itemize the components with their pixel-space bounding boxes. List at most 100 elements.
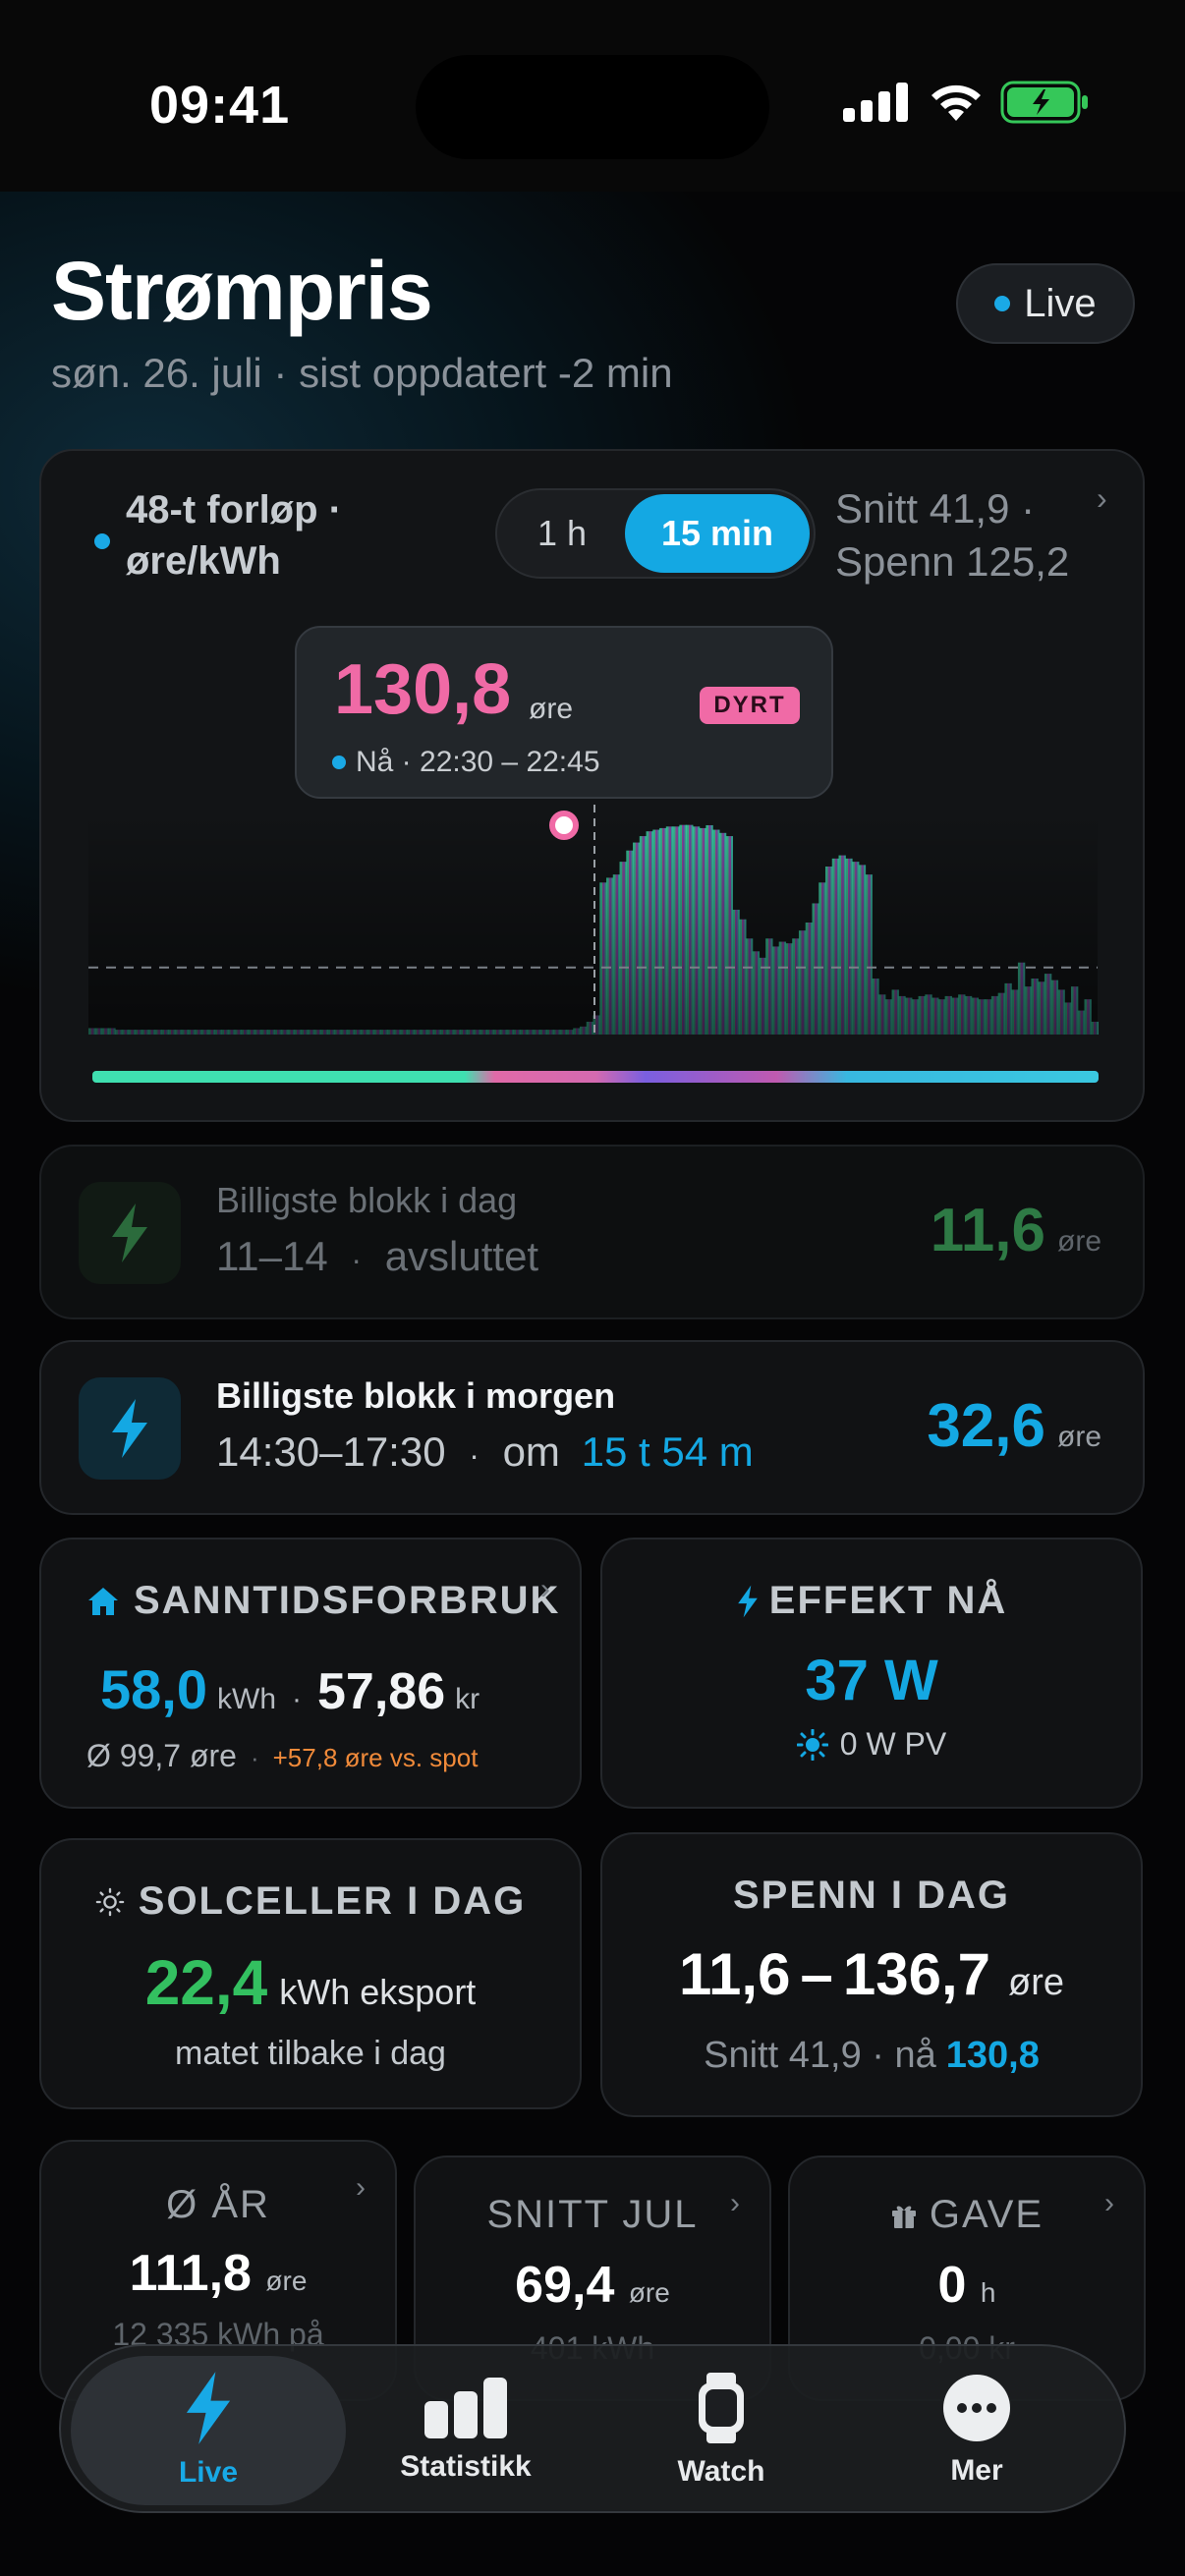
solar-tile[interactable]: SOLCELLER I DAG 22,4 kWh eksport matet t… [39,1838,582,2109]
block-time-row: 14:30–17:30 · om 15 t 54 m [216,1428,754,1476]
consumption-values: 58,0 kWh · 57,86 kr [100,1657,480,1721]
status-bar: 09:41 [0,0,1185,192]
consumption-dot: · [250,1743,259,1772]
segment-15min[interactable]: 15 min [625,494,810,573]
bar-shade [88,811,1098,1035]
tooltip-unit: øre [529,693,573,725]
tile-value-unit: øre [628,2277,670,2308]
tile-value-unit: øre [265,2266,308,2296]
price-strip [92,1071,1099,1083]
price-tooltip: 130,8 øre DYRT Nå · 22:30 – 22:45 [295,626,833,799]
watch-icon [699,2373,744,2443]
page-title: Strømpris [51,245,433,337]
gift-icon [891,2205,916,2228]
chevron-right-icon[interactable]: › [730,2187,740,2220]
resolution-segmented-control[interactable]: 1 h 15 min [495,488,816,579]
tile-value-number: 111,8 [129,2245,252,2302]
tile-header-text: GAVE [929,2193,1044,2236]
range-max: 136,7 [842,1941,990,2007]
chart-stats-range: Spenn 125,2 [835,538,1070,585]
tab-watch[interactable]: Watch [584,2356,859,2505]
range-value-row: 11,6 – 136,7 øre [602,1940,1141,2008]
page-subtitle: søn. 26. juli · sist oppdatert -2 min [51,350,673,396]
range-unit: øre [1008,1962,1064,2003]
tab-watch-label: Watch [677,2455,765,2488]
solar-value-row: 22,4 kWh eksport [41,1946,580,2019]
tooltip-price: 130,8 [334,650,512,729]
solar-sub: matet tilbake i dag [175,2035,446,2072]
tab-more[interactable]: Mer [839,2356,1114,2505]
block-countdown: 15 t 54 m [581,1428,754,1475]
cheapest-block-today[interactable]: Billigste blokk i dag 11–14 · avsluttet … [39,1145,1145,1319]
bolt-icon [186,2372,231,2444]
range-dash: – [800,1941,833,2007]
status-icons [843,81,1091,124]
chevron-right-icon[interactable]: › [1097,480,1107,517]
consumption-sub: Ø 99,7 øre · +57,8 øre vs. spot [86,1738,478,1774]
expensive-badge: DYRT [700,687,800,724]
consumption-vs-spot: +57,8 øre vs. spot [272,1743,479,1772]
sun-icon [796,1728,828,1761]
consumption-separator: · [292,1683,302,1715]
battery-charging-icon [1000,81,1088,124]
tab-more-label: Mer [950,2454,1003,2487]
tooltip-time-text: Nå · 22:30 – 22:45 [356,746,600,778]
consumption-kr: 57,86 [317,1663,446,1720]
chevron-right-icon[interactable]: › [1104,2187,1114,2220]
effect-tile[interactable]: EFFEKT NÅ 37 W 0 W PV [600,1538,1143,1809]
live-button[interactable]: Live [956,263,1135,344]
now-dot-icon [332,756,346,769]
chevron-right-icon[interactable]: › [540,1573,550,1606]
range-header: SPENN I DAG [732,1874,1011,1917]
live-label: Live [1024,281,1097,325]
chevron-right-icon[interactable]: › [356,2171,366,2205]
chart-title-line2: øre/kWh [126,539,281,583]
effect-pv-text: 0 W PV [839,1726,947,1762]
block-status: avsluttet [384,1233,539,1279]
block-price-value: 11,6 [930,1197,1045,1264]
bolt-icon [79,1182,181,1284]
consumption-kwh-unit: kWh [217,1683,276,1715]
block-price: 11,6 øre [931,1196,1101,1265]
cursor-marker [549,811,579,840]
wifi-icon [931,84,981,121]
cheapest-block-tomorrow[interactable]: Billigste blokk i morgen 14:30–17:30 · o… [39,1340,1145,1515]
block-title: Billigste blokk i dag [216,1180,518,1220]
range-sub: Snitt 41,9 · nå 130,8 [602,2035,1141,2077]
consumption-kr-unit: kr [455,1683,480,1715]
tile-header: Ø ÅR [166,2183,270,2226]
chart-stats-avg: Snitt 41,9 · [835,485,1036,532]
solar-unit: kWh eksport [279,1972,477,2012]
consumption-kwh: 58,0 [100,1658,207,1720]
range-avg-label: Snitt 41,9 · nå [704,2035,936,2076]
tab-statistics[interactable]: Statistikk [328,2356,603,2505]
block-price-unit: øre [1057,1421,1101,1453]
tile-header: GAVE [790,2193,1144,2237]
block-separator: · [351,1242,363,1277]
consumption-header-text: SANNTIDSFORBRUK [134,1579,561,1622]
chart-stats: Snitt 41,9 · Spenn 125,2 [835,482,1069,588]
solar-value: 22,4 [144,1947,268,2018]
tile-value-number: 0 [937,2257,967,2314]
bolt-icon [737,1585,758,1617]
range-min: 11,6 [679,1941,791,2007]
segment-1h[interactable]: 1 h [503,494,621,573]
consumption-avg: Ø 99,7 øre [86,1738,237,1773]
dynamic-island [416,55,769,159]
tile-value: 111,8 øre [41,2244,395,2303]
range-tile[interactable]: SPENN I DAG 11,6 – 136,7 øre Snitt 41,9 … [600,1832,1143,2117]
tab-live-label: Live [178,2456,239,2489]
tab-live[interactable]: Live [71,2356,346,2505]
consumption-header: SANNTIDSFORBRUK [41,1579,580,1623]
tile-value: 0 h [790,2256,1144,2315]
live-dot-icon [994,296,1011,311]
bar-chart-icon [424,2378,507,2438]
effect-value: 37 W [805,1649,938,1712]
tooltip-time: Nå · 22:30 – 22:45 [332,746,600,779]
block-in-label: om [502,1428,560,1475]
chart-title: 48-t forløp · øre/kWh [126,484,460,587]
tab-statistics-label: Statistikk [400,2450,532,2483]
price-chart-card[interactable]: 48-t forløp · øre/kWh 1 h 15 min Snitt 4… [39,449,1145,1122]
block-separator: · [469,1437,480,1473]
consumption-tile[interactable]: SANNTIDSFORBRUK › 58,0 kWh · 57,86 kr Ø … [39,1538,582,1809]
